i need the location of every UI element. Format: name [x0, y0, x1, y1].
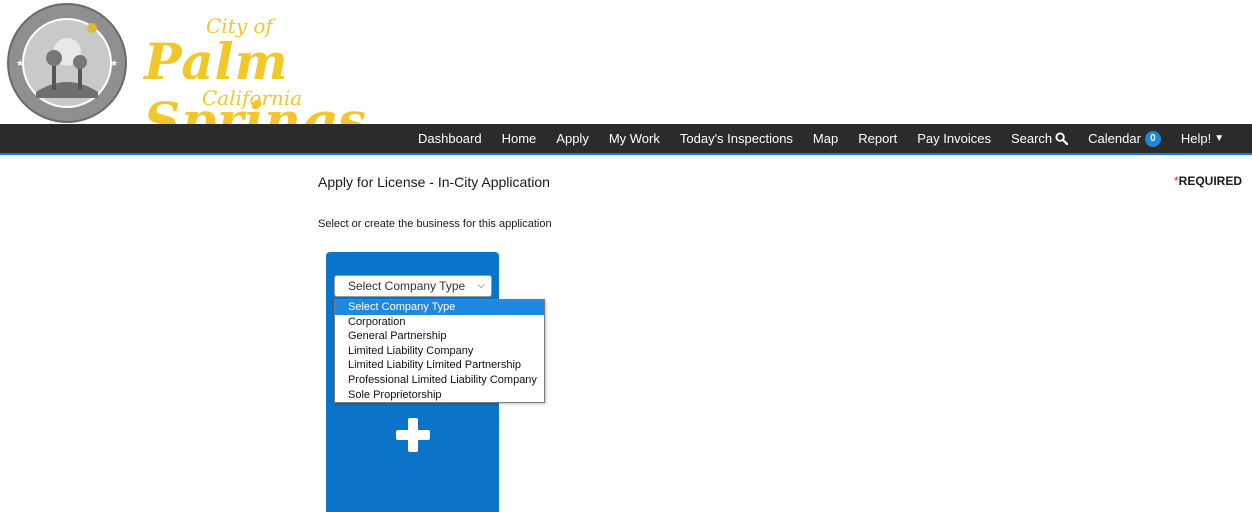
nav-dashboard[interactable]: Dashboard [408, 131, 492, 146]
nav-label: Report [858, 131, 898, 146]
company-type-option[interactable]: Sole Proprietorship [335, 388, 544, 403]
nav-my-work[interactable]: My Work [599, 131, 670, 146]
nav-label: Calendar [1088, 131, 1141, 146]
nav-home[interactable]: Home [492, 131, 547, 146]
company-type-select[interactable]: Select Company Type ⌵ [334, 275, 492, 297]
nav-todays-inspections[interactable]: Today's Inspections [670, 131, 803, 146]
main-navbar: Dashboard Home Apply My Work Today's Ins… [0, 124, 1252, 155]
nav-calendar[interactable]: Calendar 0 [1078, 130, 1171, 147]
page-title: Apply for License - In-City Application [318, 174, 550, 190]
nav-label: Today's Inspections [679, 131, 793, 146]
nav-label: Home [501, 131, 537, 146]
company-type-selected-value: Select Company Type [348, 279, 466, 293]
company-type-option[interactable]: General Partnership [335, 329, 544, 344]
svg-text:★: ★ [110, 59, 118, 69]
nav-pay-invoices[interactable]: Pay Invoices [907, 131, 1001, 146]
nav-label: Dashboard [418, 131, 482, 146]
nav-label: Map [812, 131, 839, 146]
wordmark-state: California [202, 86, 303, 110]
nav-label: Pay Invoices [917, 131, 991, 146]
company-type-option[interactable]: Limited Liability Limited Partnership [335, 358, 544, 373]
company-type-options: Select Company Type Corporation General … [334, 299, 545, 404]
city-wordmark[interactable]: City of Palm Springs California [144, 14, 424, 150]
calendar-count-badge: 0 [1144, 130, 1161, 147]
svg-text:★: ★ [16, 59, 24, 69]
company-type-option[interactable]: Limited Liability Company [335, 344, 544, 359]
nav-label: Search [1010, 131, 1053, 146]
plus-icon[interactable] [396, 418, 430, 452]
city-seal-icon[interactable]: ★ ★ [6, 2, 128, 124]
search-icon [1055, 132, 1069, 145]
site-header: ★ ★ City of Palm Springs California [0, 0, 1252, 150]
nav-items: Dashboard Home Apply My Work Today's Ins… [408, 124, 1234, 153]
company-type-option[interactable]: Corporation [335, 315, 544, 330]
company-type-option[interactable]: Select Company Type [335, 300, 544, 315]
required-label: REQUIRED [1178, 174, 1242, 188]
nav-report[interactable]: Report [848, 131, 907, 146]
nav-map[interactable]: Map [803, 131, 848, 146]
chevron-down-icon: ⌵ [477, 280, 485, 291]
nav-label: Help! [1180, 131, 1212, 146]
plus-icon-bar [408, 418, 418, 452]
required-indicator: *REQUIRED [1174, 174, 1242, 188]
nav-help[interactable]: Help! ▼ [1171, 131, 1234, 146]
nav-search[interactable]: Search [1001, 131, 1078, 146]
nav-label: Apply [556, 131, 589, 146]
nav-label: My Work [608, 131, 660, 146]
nav-apply[interactable]: Apply [546, 131, 599, 146]
page-subtitle: Select or create the business for this a… [318, 218, 552, 230]
company-type-option[interactable]: Professional Limited Liability Company [335, 373, 544, 388]
caret-down-icon: ▼ [1214, 133, 1225, 144]
